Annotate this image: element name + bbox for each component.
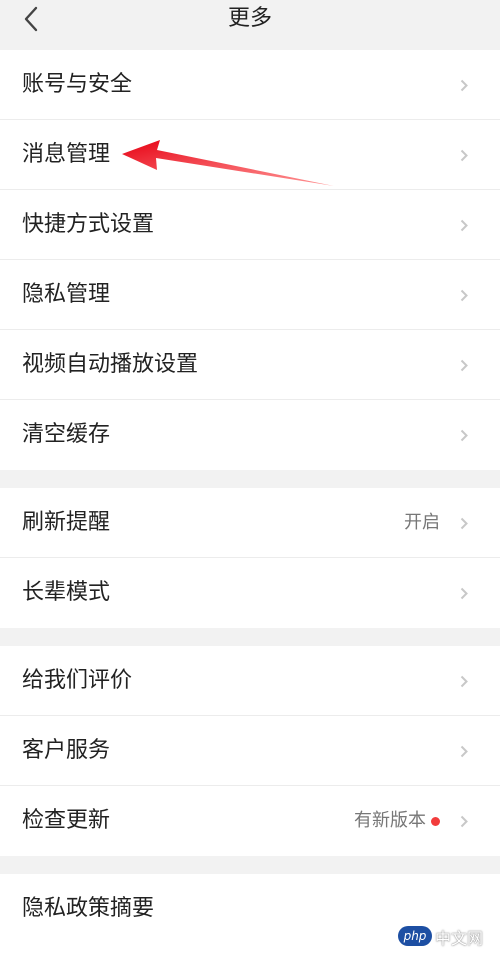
php-logo: php — [398, 926, 432, 946]
page-title: 更多 — [227, 6, 272, 31]
chevron-right-icon — [460, 745, 468, 758]
navigation-bar: 更多 — [0, 0, 500, 50]
watermark-site-text: 中文网 — [435, 929, 484, 948]
new-version-badge-dot — [431, 817, 440, 826]
settings-screen: 更多 账号与安全 消息管理 快捷方式设置 隐私管理 视频自动播放设置 清空缓存 — [0, 0, 500, 954]
chevron-right-icon — [460, 675, 468, 688]
menu-item-label: 给我们评价 — [22, 668, 133, 693]
refresh-reminder-status: 开启 — [404, 512, 440, 533]
menu-item-label: 刷新提醒 — [22, 510, 111, 535]
menu-item-account-security[interactable]: 账号与安全 — [0, 50, 500, 120]
menu-item-label: 客户服务 — [22, 738, 111, 763]
menu-item-label: 账号与安全 — [22, 72, 133, 97]
chevron-right-icon — [460, 219, 468, 232]
chevron-right-icon — [460, 359, 468, 372]
chevron-right-icon — [460, 815, 468, 828]
menu-item-label: 长辈模式 — [22, 580, 111, 605]
chevron-right-icon — [460, 429, 468, 442]
menu-item-label: 隐私政策摘要 — [22, 896, 155, 921]
menu-item-shortcut-settings[interactable]: 快捷方式设置 — [0, 190, 500, 260]
menu-item-label: 消息管理 — [22, 142, 111, 167]
menu-item-video-autoplay[interactable]: 视频自动播放设置 — [0, 330, 500, 400]
menu-item-refresh-reminder[interactable]: 刷新提醒 开启 — [0, 488, 500, 558]
chevron-right-icon — [460, 289, 468, 302]
chevron-right-icon — [460, 517, 468, 530]
menu-item-label: 视频自动播放设置 — [22, 352, 199, 377]
chevron-right-icon — [460, 587, 468, 600]
menu-item-message-management[interactable]: 消息管理 — [0, 120, 500, 190]
update-status: 有新版本 — [354, 810, 426, 831]
menu-item-rate-us[interactable]: 给我们评价 — [0, 646, 500, 716]
menu-item-clear-cache[interactable]: 清空缓存 — [0, 400, 500, 470]
settings-group-display: 刷新提醒 开启 长辈模式 — [0, 488, 500, 628]
menu-item-privacy-management[interactable]: 隐私管理 — [0, 260, 500, 330]
menu-item-label: 隐私管理 — [22, 282, 111, 307]
menu-item-customer-service[interactable]: 客户服务 — [0, 716, 500, 786]
menu-item-elder-mode[interactable]: 长辈模式 — [0, 558, 500, 628]
settings-group-account: 账号与安全 消息管理 快捷方式设置 隐私管理 视频自动播放设置 清空缓存 — [0, 50, 500, 470]
settings-group-support: 给我们评价 客户服务 检查更新 有新版本 — [0, 646, 500, 856]
watermark: php 中文网 — [398, 924, 494, 950]
menu-item-label: 清空缓存 — [22, 422, 111, 447]
chevron-right-icon — [460, 79, 468, 92]
chevron-right-icon — [460, 149, 468, 162]
menu-item-check-update[interactable]: 检查更新 有新版本 — [0, 786, 500, 856]
menu-item-label: 检查更新 — [22, 808, 111, 833]
menu-item-label: 快捷方式设置 — [22, 212, 155, 237]
